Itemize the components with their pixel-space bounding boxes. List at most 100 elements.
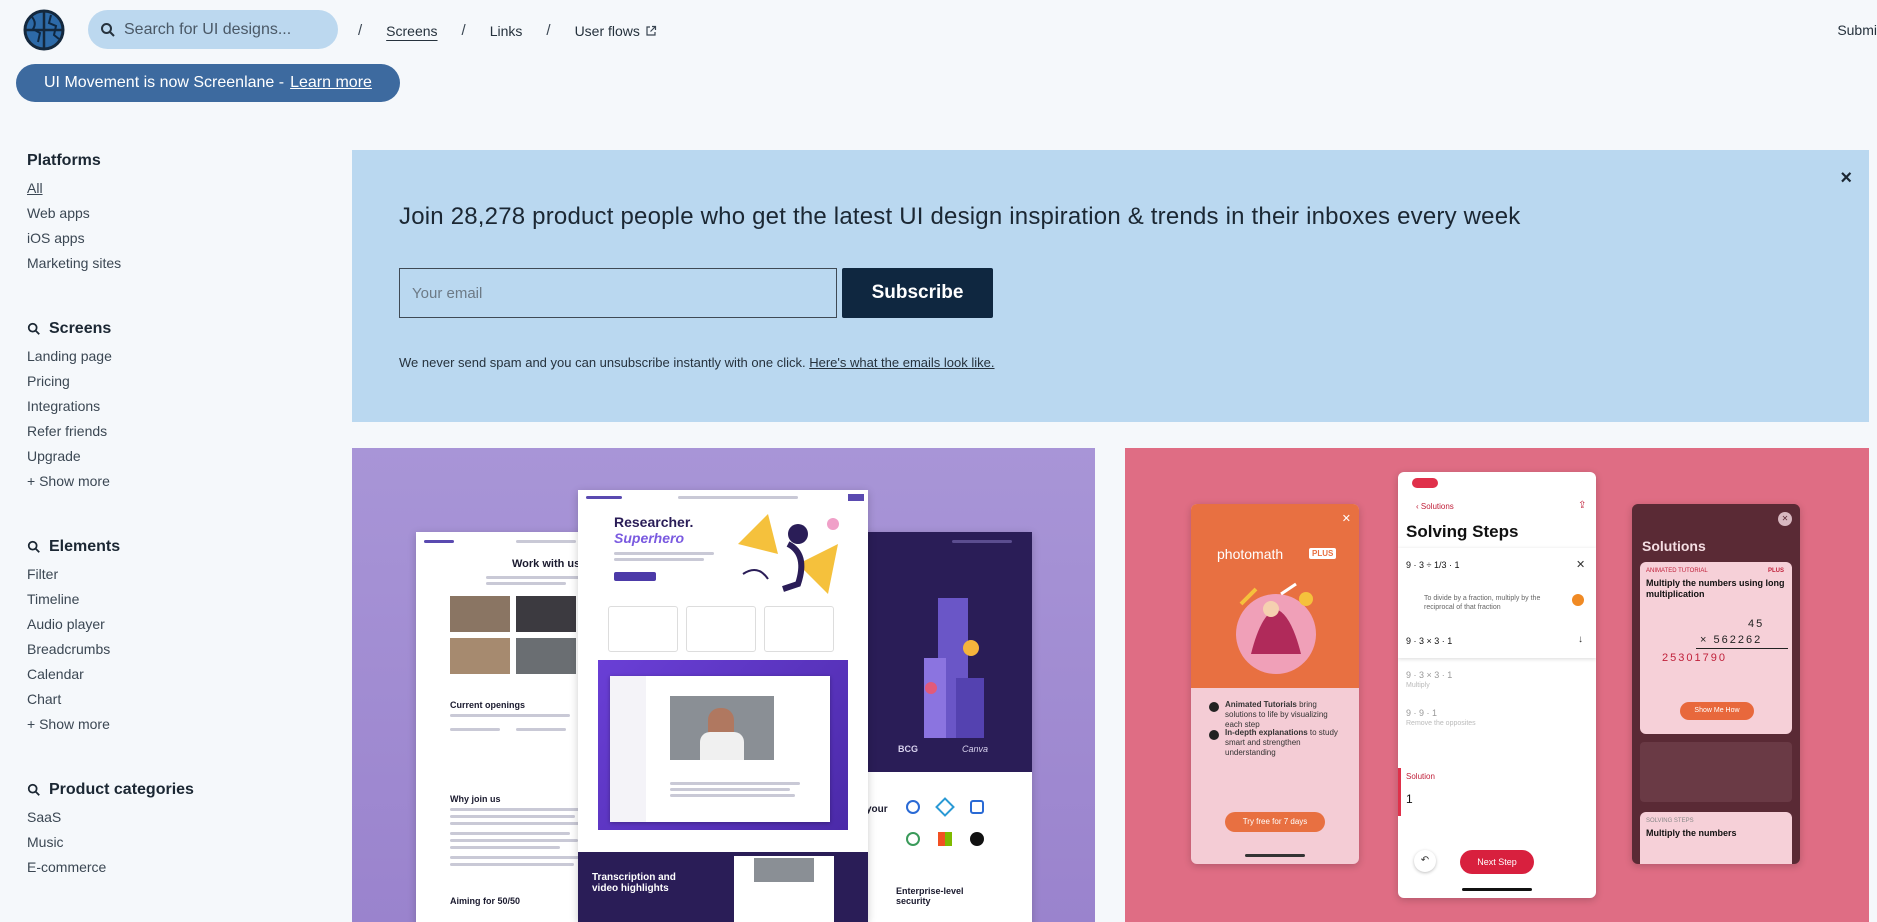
- subscribe-button[interactable]: Subscribe: [842, 268, 993, 318]
- sidebar-item-saas[interactable]: SaaS: [27, 805, 327, 830]
- multiply-numbers-title: Multiply the numbers: [1646, 828, 1737, 838]
- sidebar-item-upgrade[interactable]: Upgrade: [27, 444, 327, 469]
- nav-user-flows-link[interactable]: User flows: [575, 23, 640, 39]
- expression-3: 9 · 3 × 3 · 1: [1406, 670, 1453, 680]
- expression-2: 9 · 3 × 3 · 1: [1406, 636, 1453, 646]
- platforms-group: Platforms All Web apps iOS apps Marketin…: [27, 152, 327, 276]
- sidebar-item-ios-apps[interactable]: iOS apps: [27, 226, 327, 251]
- sidebar-item-landing-page[interactable]: Landing page: [27, 344, 327, 369]
- multiply-title: Multiply the numbers using long multipli…: [1646, 578, 1785, 599]
- multiply-label: Multiply: [1406, 682, 1430, 689]
- search-icon: [27, 783, 40, 796]
- share-icon: ⇪: [1578, 500, 1587, 511]
- next-step-button: Next Step: [1460, 850, 1534, 874]
- try-free-button: Try free for 7 days: [1225, 812, 1325, 832]
- enterprise-page-preview: BCG Canva your Enterprise-level security: [862, 532, 1032, 922]
- design-card-photomath[interactable]: ✕ photomath PLUS Animated Tutorials brin…: [1125, 448, 1869, 922]
- sidebar-item-audio-player[interactable]: Audio player: [27, 612, 327, 637]
- sidebar-item-timeline[interactable]: Timeline: [27, 587, 327, 612]
- nav-links-link[interactable]: Links: [490, 23, 523, 39]
- sidebar-item-filter[interactable]: Filter: [27, 562, 327, 587]
- sidebar-item-chart[interactable]: Chart: [27, 687, 327, 712]
- nav-separator: /: [358, 22, 363, 39]
- photomath-logo-text: photomath: [1217, 546, 1284, 562]
- close-icon: ✕: [1778, 512, 1792, 526]
- sidebar: Platforms All Web apps iOS apps Marketin…: [27, 152, 327, 914]
- expression-4: 9 · 9 · 1: [1406, 708, 1438, 718]
- video-thumbnail: [670, 696, 774, 760]
- current-openings-heading: Current openings: [450, 700, 526, 710]
- search-icon: [27, 540, 40, 553]
- photomath-plus-screen: ✕ photomath PLUS Animated Tutorials brin…: [1191, 504, 1359, 864]
- security-section: your Enterprise-level security: [862, 772, 1032, 922]
- team-photo: [450, 596, 510, 632]
- steps-preview: [1640, 742, 1792, 802]
- number-top: 45: [1748, 618, 1765, 630]
- external-link-icon: [646, 25, 657, 36]
- sidebar-item-calendar[interactable]: Calendar: [27, 662, 327, 687]
- sidebar-item-marketing-sites[interactable]: Marketing sites: [27, 251, 327, 276]
- top-nav: / Screens / Links / User flows: [358, 22, 657, 39]
- research-hero-preview: Researcher. Superhero Transcription and …: [578, 490, 868, 922]
- design-card-dovetail[interactable]: Work with us Current openings Why join u…: [352, 448, 1095, 922]
- submit-link[interactable]: Submi: [1837, 22, 1877, 38]
- newsletter-note: We never send spam and you can unsubscri…: [399, 355, 995, 370]
- solutions-title: Solutions: [1642, 538, 1706, 554]
- categories-title: Product categories: [27, 781, 327, 799]
- celebration-illustration: [1221, 574, 1331, 684]
- plus-badge: PLUS: [1768, 568, 1785, 574]
- number-mid: × 562262: [1700, 634, 1763, 646]
- platforms-title: Platforms: [27, 152, 101, 169]
- sidebar-item-music[interactable]: Music: [27, 830, 327, 855]
- feature-card: [608, 606, 678, 652]
- logo-bcg: BCG: [898, 744, 918, 754]
- illustration-buildings: [916, 588, 986, 738]
- enterprise-heading: Enterprise-level security: [896, 886, 964, 906]
- screens-group: Screens Landing page Pricing Integration…: [27, 320, 327, 494]
- screens-show-more[interactable]: + Show more: [27, 469, 327, 494]
- expression-1: 9 · 3 ÷ 1/3 · 1: [1406, 560, 1460, 570]
- active-step: 9 · 3 ÷ 1/3 · 1 ✕ To divide by a fractio…: [1398, 548, 1596, 658]
- solutions-screen: ✕ Solutions ANIMATED TUTORIAL PLUS Multi…: [1632, 504, 1800, 864]
- announcement-text: UI Movement is now Screenlane -: [44, 74, 285, 91]
- check-icon: [1209, 702, 1219, 712]
- solution-value: 1: [1406, 792, 1413, 806]
- nav-screens-link[interactable]: Screens: [386, 23, 437, 39]
- announcement-banner: UI Movement is now Screenlane - Learn mo…: [16, 64, 400, 102]
- sidebar-item-all[interactable]: All: [27, 176, 327, 201]
- nav-separator: /: [461, 22, 466, 39]
- feature-card: [686, 606, 756, 652]
- remove-label: Remove the opposites: [1406, 720, 1476, 727]
- feature-card: [764, 606, 834, 652]
- superhero-heading: Superhero: [614, 530, 685, 546]
- number-result: 25301790: [1662, 652, 1727, 664]
- elements-show-more[interactable]: + Show more: [27, 712, 327, 737]
- sidebar-item-refer-friends[interactable]: Refer friends: [27, 419, 327, 444]
- solving-steps-screen: ‹ Solutions ⇪ Solving Steps 9 · 3 ÷ 1/3 …: [1398, 472, 1596, 898]
- hero-illustration: [728, 504, 848, 604]
- newsletter-title: Join 28,278 product people who get the l…: [399, 203, 1521, 230]
- email-field[interactable]: [399, 268, 837, 318]
- team-photo: [516, 638, 576, 674]
- sidebar-item-e-commerce[interactable]: E-commerce: [27, 855, 327, 880]
- sidebar-item-web-apps[interactable]: Web apps: [27, 201, 327, 226]
- close-icon[interactable]: ×: [1840, 167, 1852, 190]
- team-photo: [516, 596, 576, 632]
- hint-text: To divide by a fraction, multiply by the…: [1424, 595, 1541, 611]
- search-bar[interactable]: [88, 10, 338, 49]
- learn-more-link[interactable]: Learn more: [290, 74, 372, 92]
- search-input[interactable]: [124, 20, 324, 39]
- globe-logo-icon: [23, 9, 65, 51]
- researcher-heading: Researcher.: [614, 514, 694, 530]
- undo-icon: ↶: [1414, 850, 1436, 872]
- feature-tutorials: Animated Tutorials bring solutions to li…: [1225, 700, 1328, 729]
- logo[interactable]: [23, 9, 65, 51]
- sidebar-item-pricing[interactable]: Pricing: [27, 369, 327, 394]
- sidebar-item-integrations[interactable]: Integrations: [27, 394, 327, 419]
- search-icon: [27, 322, 40, 335]
- email-sample-link[interactable]: Here's what the emails look like.: [809, 355, 994, 370]
- sidebar-item-breadcrumbs[interactable]: Breadcrumbs: [27, 637, 327, 662]
- animated-tutorial-label: ANIMATED TUTORIAL: [1646, 568, 1708, 574]
- transcription-section: Transcription and video highlights: [578, 852, 868, 922]
- solving-steps-title: Solving Steps: [1406, 522, 1519, 541]
